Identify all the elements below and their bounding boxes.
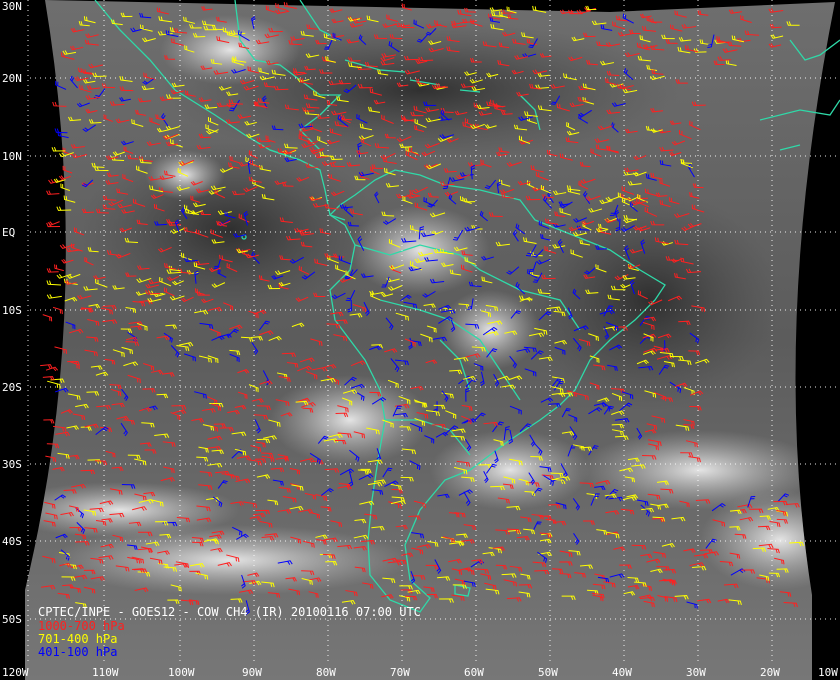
latitude-label: 20N	[2, 72, 22, 85]
longitude-label: 40W	[612, 666, 632, 679]
latitude-label: 20S	[2, 381, 22, 394]
longitude-label: 120W	[2, 666, 29, 679]
satellite-wind-map: 30N 20N 10N EQ 10S 20S 30S 40S 50S 120W 110W 100W 9…	[0, 0, 840, 680]
latitude-label: 30S	[2, 458, 22, 471]
longitude-label: 30W	[686, 666, 706, 679]
longitude-label: 10W	[818, 666, 838, 679]
latitude-label: 30N	[2, 0, 22, 13]
longitude-label: 70W	[390, 666, 410, 679]
longitude-label: 50W	[538, 666, 558, 679]
latitude-label: 10S	[2, 304, 22, 317]
latitude-label: 10N	[2, 150, 22, 163]
latitude-label: 40S	[2, 535, 22, 548]
longitude-label: 60W	[464, 666, 484, 679]
legend-low-level: 1000-700 hPa	[38, 619, 125, 633]
latitude-label: 50S	[2, 613, 22, 626]
longitude-label: 110W	[92, 666, 119, 679]
legend-mid-level: 701-400 hPa	[38, 632, 118, 646]
latitude-label: EQ	[2, 226, 15, 239]
longitude-label: 90W	[242, 666, 262, 679]
longitude-label: 20W	[760, 666, 780, 679]
map-title: CPTEC/INPE - GOES12 - COW CH4 (IR) 20100…	[38, 605, 421, 619]
legend-high-level: 401-100 hPa	[38, 645, 118, 659]
longitude-label: 100W	[168, 666, 195, 679]
longitude-label: 80W	[316, 666, 336, 679]
